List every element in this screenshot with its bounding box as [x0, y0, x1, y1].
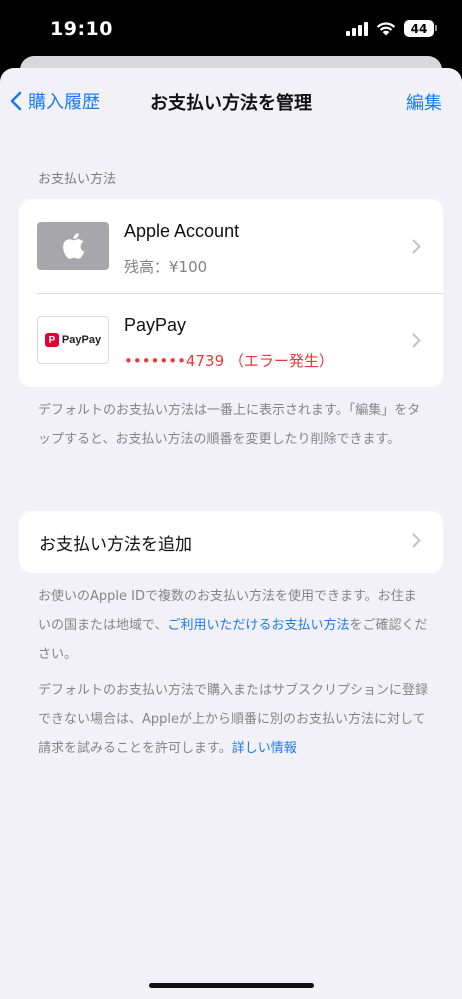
section-header: お支払い方法 — [38, 172, 117, 187]
payment-method-detail: 残高：¥100 — [124, 258, 208, 276]
paypay-mark-icon: P — [44, 333, 59, 347]
payment-method-name: Apple Account — [124, 221, 240, 241]
default-method-footnote: デフォルトのお支払い方法は一番上に表示されます。「編集」をタップすると、お支払い… — [38, 403, 421, 447]
multiple-methods-info: お使いのApple IDで複数のお支払い方法を使用できます。お住まいの国または地… — [38, 582, 428, 669]
battery-level: 44 — [410, 21, 428, 36]
add-payment-method-button[interactable]: お支払い方法を追加 — [19, 511, 443, 573]
payment-methods-list: Apple Account 残高：¥100 P PayPay PayPay ••… — [19, 199, 443, 387]
learn-more-link[interactable]: 詳しい情報 — [232, 741, 297, 756]
fallback-billing-info: デフォルトのお支払い方法で購入またはサブスクリプションに登録できない場合は、Ap… — [38, 676, 428, 763]
paypay-logo-text: PayPay — [61, 334, 102, 346]
add-payment-method-label: お支払い方法を追加 — [39, 535, 192, 555]
payment-method-paypay[interactable]: P PayPay PayPay •••••••4739 （エラー発生） — [19, 293, 443, 387]
available-payment-methods-link[interactable]: ご利用いただけるお支払い方法 — [167, 618, 349, 633]
apple-logo-icon — [37, 222, 109, 270]
paypay-logo-icon: P PayPay — [37, 316, 109, 364]
chevron-right-icon — [412, 533, 421, 548]
page-title: お支払い方法を管理 — [150, 93, 312, 114]
manage-payment-sheet: 購入履歴 お支払い方法を管理 編集 お支払い方法 Apple Account 残… — [0, 68, 462, 999]
cellular-signal-icon — [346, 21, 368, 36]
home-indicator — [149, 983, 314, 988]
chevron-right-icon — [412, 333, 421, 348]
payment-method-apple-account[interactable]: Apple Account 残高：¥100 — [19, 199, 443, 293]
payment-method-error-detail: •••••••4739 （エラー発生） — [124, 352, 334, 370]
payment-method-name: PayPay — [124, 315, 187, 335]
wifi-icon — [376, 22, 396, 36]
battery-icon: 44 — [404, 20, 437, 37]
status-icons: 44 — [346, 20, 437, 37]
edit-button[interactable]: 編集 — [406, 89, 442, 115]
status-bar: 19:10 44 — [0, 0, 462, 60]
status-time: 19:10 — [50, 18, 113, 40]
navigation-bar: 購入履歴 お支払い方法を管理 編集 — [0, 68, 462, 134]
chevron-right-icon — [412, 239, 421, 254]
